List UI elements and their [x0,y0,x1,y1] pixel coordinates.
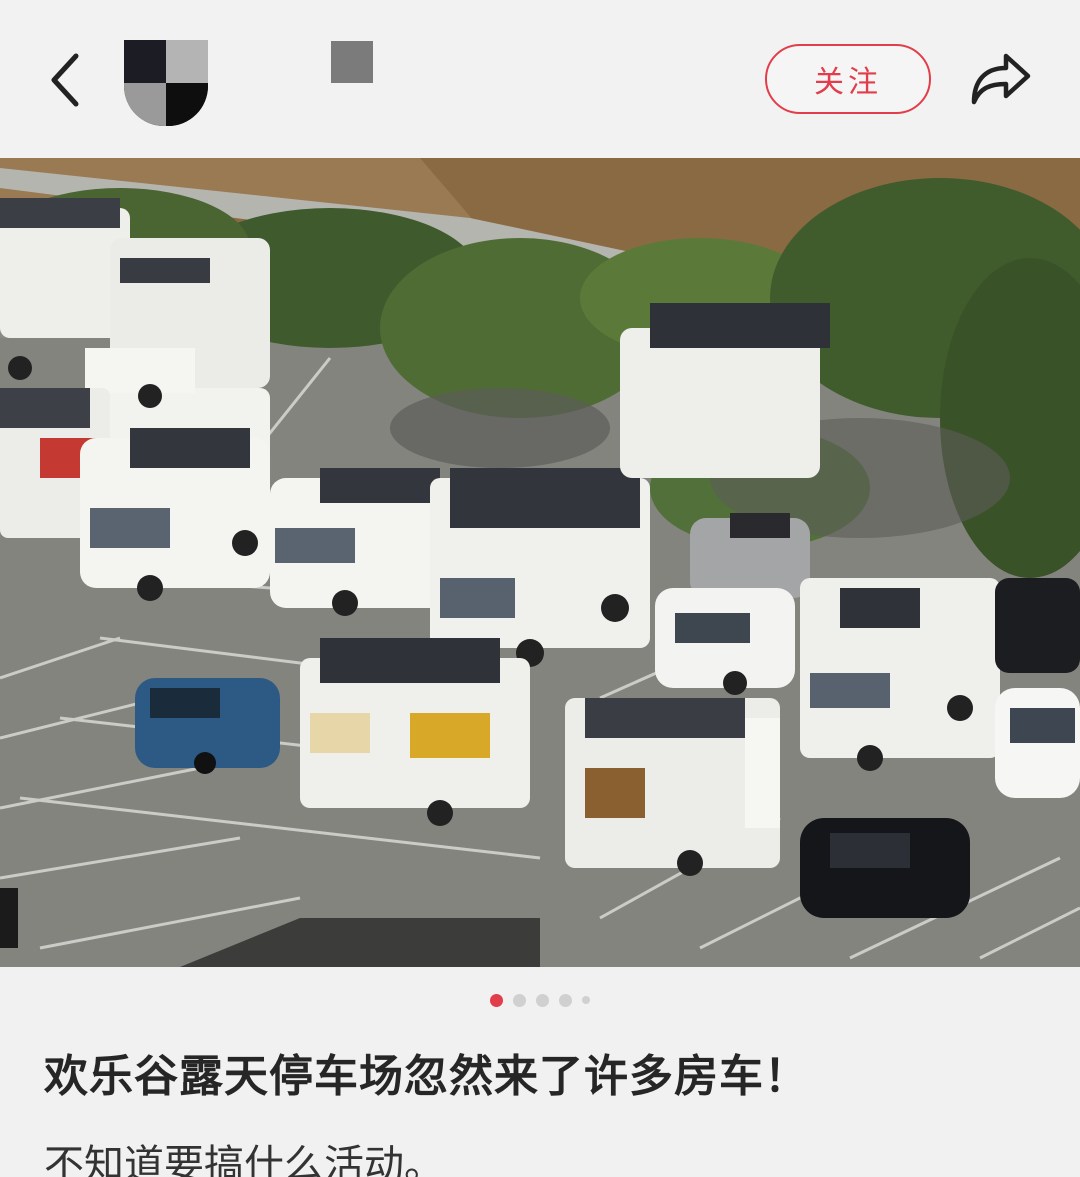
chevron-left-icon [51,53,79,107]
carousel-dot-5[interactable] [582,996,590,1004]
share-arrow-icon [971,53,1031,105]
top-bar: 关注 [0,0,1080,158]
post-title: 欢乐谷露天停车场忽然来了许多房车！ [44,1051,809,1102]
parking-lot-photo [0,158,1080,967]
carousel-dot-1[interactable] [490,993,503,1007]
carousel-indicator [0,990,1080,1010]
follow-button[interactable]: 关注 [765,44,931,114]
carousel-dot-3[interactable] [536,993,549,1007]
post-body: 不知道要搞什么活动。 [44,1142,444,1177]
carousel-dot-4[interactable] [559,993,572,1007]
avatar[interactable] [124,40,208,126]
username-blurred[interactable] [331,41,373,83]
carousel-dot-2[interactable] [513,993,526,1007]
back-button[interactable] [38,42,98,118]
post-photo[interactable] [0,158,1080,967]
screen: 关注 欢乐谷露天停车场忽然来了许多房车！ 不知道要搞什么活动。 [0,0,1080,1177]
share-button[interactable] [966,48,1036,110]
